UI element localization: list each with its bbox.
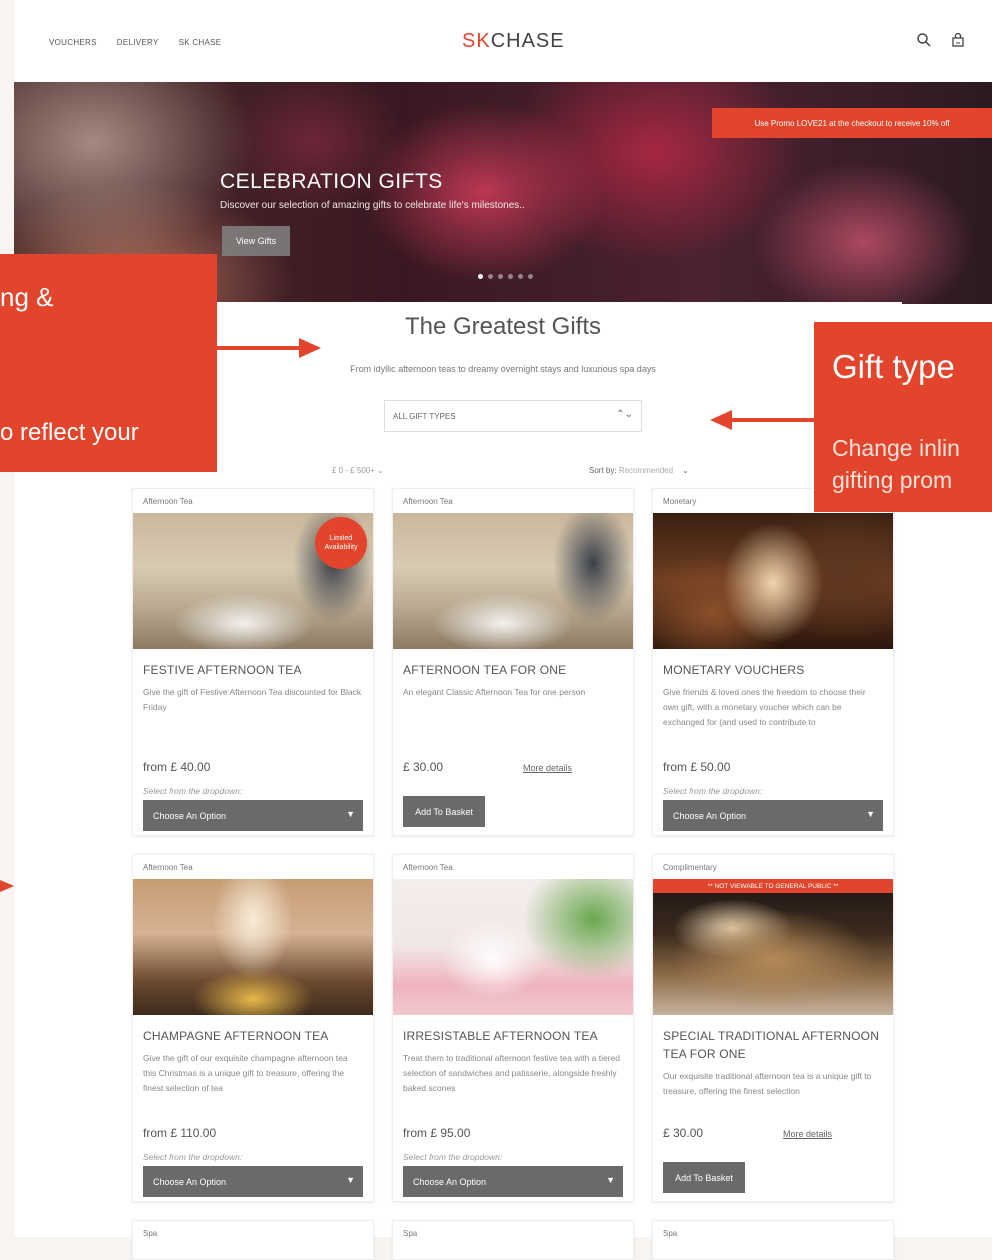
product-card[interactable]: Monetary MONETARY VOUCHERS Give friends … — [652, 488, 894, 836]
card-category: Spa — [663, 1229, 678, 1238]
carousel-dots[interactable] — [478, 274, 533, 279]
product-card[interactable]: Afternoon Tea AFTERNOON TEA FOR ONE An e… — [392, 488, 634, 836]
product-card[interactable]: Complimentary ** NOT VIEWABLE TO GENERAL… — [652, 854, 894, 1202]
nav-vouchers[interactable]: VOUCHERS — [49, 38, 97, 47]
price-filter[interactable]: £ 0 - £ 500+ ⌄ — [332, 466, 384, 475]
card-category: Afternoon Tea — [403, 497, 453, 506]
card-price: from £ 50.00 — [663, 760, 731, 774]
carousel-dot[interactable] — [518, 274, 523, 279]
annotation-heading: Gift type — [832, 348, 955, 385]
logo[interactable]: SKCHASE — [462, 30, 565, 53]
card-hint: Select from the dropdown: — [143, 786, 243, 796]
triangle-down-icon: ▼ — [346, 809, 355, 819]
card-description: An elegant Classic Afternoon Tea for one… — [403, 687, 586, 697]
card-description: Give the gift of Festive Afternoon Tea d… — [143, 687, 362, 712]
annotation-heading: ng & — [0, 282, 54, 312]
card-price: from £ 40.00 — [143, 760, 211, 774]
card-price: £ 30.00 — [663, 1126, 704, 1140]
arrow-right-icon — [0, 880, 14, 892]
search-icon[interactable] — [916, 32, 932, 48]
card-description: Our exquisite traditional afternoon tea … — [663, 1071, 872, 1096]
card-title[interactable]: CHAMPAGNE AFTERNOON TEA — [133, 1015, 373, 1045]
card-description: Treat them to traditional afternoon fest… — [403, 1053, 621, 1093]
product-card[interactable]: Spa — [392, 1220, 634, 1260]
product-card[interactable]: Afternoon Tea Limited Availability FESTI… — [132, 488, 374, 836]
card-category: Afternoon Tea — [143, 497, 193, 506]
nav-sk-chase[interactable]: SK CHASE — [179, 38, 222, 47]
promo-banner: Use Promo LOVE21 at the checkout to rece… — [712, 108, 992, 138]
choose-option-select[interactable]: Choose An Option ▼ — [143, 1166, 363, 1197]
card-title[interactable]: IRRESISTABLE AFTERNOON TEA — [393, 1015, 633, 1045]
product-card[interactable]: Spa — [652, 1220, 894, 1260]
header-icons — [916, 32, 966, 48]
annotation-callout-left: ng & o reflect your — [0, 254, 217, 472]
choose-option-select[interactable]: Choose An Option ▼ — [403, 1166, 623, 1197]
card-title[interactable]: FESTIVE AFTERNOON TEA — [133, 649, 373, 679]
card-title[interactable]: SPECIAL TRADITIONAL AFTERNOON TEA FOR ON… — [653, 1015, 893, 1063]
basket-icon[interactable] — [950, 32, 966, 48]
card-description: Give the gift of our exquisite champagne… — [143, 1053, 348, 1093]
hero-title: CELEBRATION GIFTS — [220, 170, 443, 193]
gift-type-select-value: ALL GIFT TYPES — [393, 411, 456, 421]
card-category: Afternoon Tea — [143, 863, 193, 872]
card-hint: Select from the dropdown: — [663, 786, 763, 796]
limited-availability-badge: Limited Availability — [315, 517, 367, 569]
triangle-down-icon: ▼ — [346, 1175, 355, 1185]
carousel-dot[interactable] — [498, 274, 503, 279]
add-to-basket-button[interactable]: Add To Basket — [403, 796, 485, 827]
card-category: Afternoon Tea — [403, 863, 453, 872]
product-card[interactable]: Afternoon Tea CHAMPAGNE AFTERNOON TEA Gi… — [132, 854, 374, 1202]
card-price: from £ 95.00 — [403, 1126, 471, 1140]
triangle-down-icon: ▼ — [866, 809, 875, 819]
choose-option-select[interactable]: Choose An Option ▼ — [663, 800, 883, 831]
card-image[interactable] — [393, 513, 633, 649]
card-image[interactable] — [393, 879, 633, 1015]
card-title[interactable]: AFTERNOON TEA FOR ONE — [393, 649, 633, 679]
triangle-down-icon: ▼ — [606, 1175, 615, 1185]
more-details-link[interactable]: More details — [523, 763, 572, 773]
sort-by[interactable]: Sort by: Recommended ⌄ — [589, 466, 689, 475]
hero-subtitle: Discover our selection of amazing gifts … — [220, 200, 525, 211]
gift-type-select[interactable]: ALL GIFT TYPES ⌃⌄ — [384, 400, 642, 432]
carousel-dot[interactable] — [488, 274, 493, 279]
card-description: Give friends & loved ones the freedom to… — [663, 687, 866, 727]
nav-delivery[interactable]: DELIVERY — [117, 38, 159, 47]
product-card[interactable]: Afternoon Tea IRRESISTABLE AFTERNOON TEA… — [392, 854, 634, 1202]
card-hint: Select from the dropdown: — [403, 1152, 503, 1162]
top-nav: VOUCHERS DELIVERY SK CHASE — [49, 38, 221, 47]
card-image[interactable]: ** NOT VIEWABLE TO GENERAL PUBLIC ** — [653, 879, 893, 1015]
choose-option-select[interactable]: Choose An Option ▼ — [143, 800, 363, 831]
more-details-link[interactable]: More details — [783, 1129, 832, 1139]
annotation-text: Change inlin gifting prom — [832, 435, 960, 493]
carousel-dot[interactable] — [478, 274, 483, 279]
card-category: Spa — [143, 1229, 158, 1238]
card-image[interactable] — [133, 879, 373, 1015]
carousel-dot[interactable] — [528, 274, 533, 279]
card-title[interactable]: MONETARY VOUCHERS — [653, 649, 893, 679]
annotation-text: o reflect your — [0, 419, 139, 446]
card-price: from £ 110.00 — [143, 1126, 217, 1140]
card-image[interactable]: Limited Availability — [133, 513, 373, 649]
select-caret-icon: ⌃⌄ — [616, 409, 633, 420]
arrow-left-icon — [710, 410, 814, 430]
arrow-right-icon — [217, 338, 321, 358]
view-gifts-button[interactable]: View Gifts — [222, 226, 290, 256]
annotation-callout-right: Gift type Change inlin gifting prom — [814, 322, 992, 512]
card-category: Spa — [403, 1229, 418, 1238]
add-to-basket-button[interactable]: Add To Basket — [663, 1162, 745, 1193]
card-hint: Select from the dropdown: — [143, 1152, 243, 1162]
page: VOUCHERS DELIVERY SK CHASE SKCHASE Use P… — [14, 0, 992, 1260]
carousel-dot[interactable] — [508, 274, 513, 279]
not-viewable-notice: ** NOT VIEWABLE TO GENERAL PUBLIC ** — [653, 879, 893, 893]
card-price: £ 30.00 — [403, 760, 444, 774]
card-image[interactable] — [653, 513, 893, 649]
product-card[interactable]: Spa — [132, 1220, 374, 1260]
card-category: Complimentary — [663, 863, 717, 872]
